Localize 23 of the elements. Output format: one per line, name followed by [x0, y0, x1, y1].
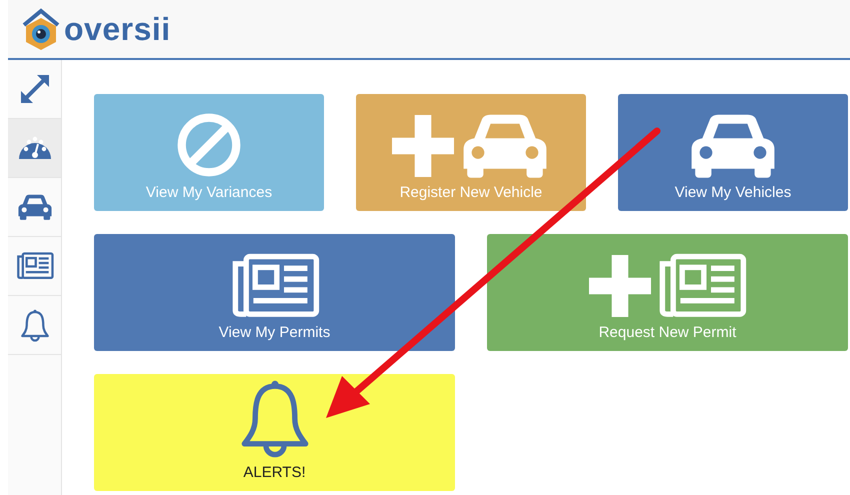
logo-text: oversii	[64, 10, 171, 48]
tile-label: View My Permits	[218, 324, 330, 341]
tile-label: ALERTS!	[243, 464, 306, 481]
tile-label: Request New Permit	[598, 324, 736, 341]
newspaper-icon	[230, 253, 320, 318]
dashboard-tile[interactable]: ALERTS!	[94, 374, 455, 491]
sidebar-item[interactable]	[8, 119, 61, 178]
prohibited-icon	[176, 112, 242, 178]
tile-label: View My Variances	[146, 184, 272, 201]
tile-label: Register New Vehicle	[400, 184, 542, 201]
plus-icon	[392, 114, 454, 177]
dashboard-tile[interactable]: View My Vehicles	[618, 94, 848, 211]
plus-icon	[588, 254, 650, 317]
bell-icon	[238, 378, 310, 458]
tile-label: View My Vehicles	[674, 184, 792, 201]
expand-icon	[18, 73, 50, 105]
newspaper-icon	[16, 252, 54, 280]
logo-icon	[22, 8, 60, 50]
dashboard-tile[interactable]: Request New Permit	[487, 234, 848, 351]
car-icon	[16, 194, 52, 220]
newspaper-icon	[656, 253, 746, 318]
bell-icon	[20, 308, 50, 342]
dashboard-tile[interactable]: View My Permits	[94, 234, 455, 351]
